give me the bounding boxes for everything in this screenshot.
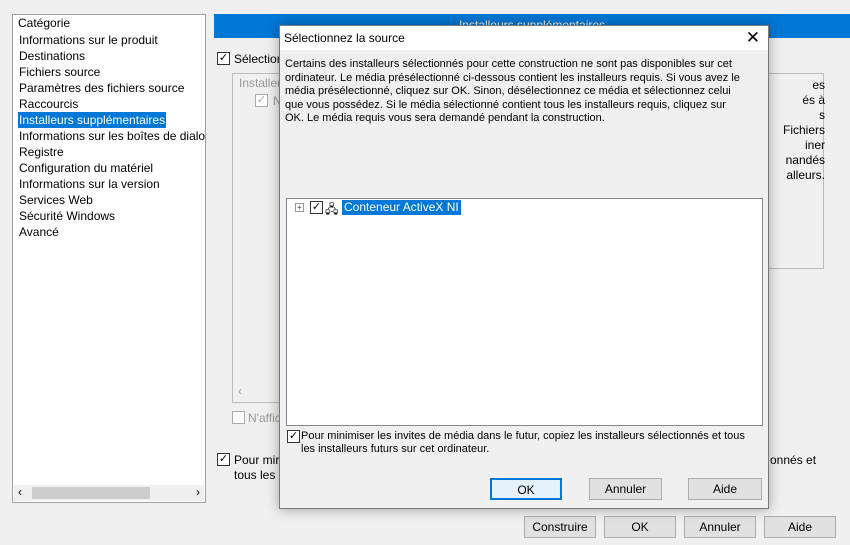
dialog-help-button[interactable]: Aide <box>688 478 762 500</box>
description-line: és à <box>802 93 825 107</box>
sidebar-item[interactable]: Sécurité Windows <box>18 208 116 224</box>
scroll-left-icon[interactable]: ‹ <box>18 485 22 499</box>
naffich-label: N'affic <box>248 411 281 425</box>
dialog-message: Certains des installeurs sélectionnés po… <box>285 58 740 124</box>
sidebar-item[interactable]: Informations sur les boîtes de dialo <box>18 128 206 144</box>
description-line: s <box>819 108 825 122</box>
dialog-ok-button[interactable]: OK <box>490 478 562 500</box>
list-item-checkbox[interactable]: ✓ <box>255 94 268 107</box>
sidebar-item[interactable]: Services Web <box>18 192 94 208</box>
sidebar-item[interactable]: Paramètres des fichiers source <box>18 80 185 96</box>
dialog-title: Sélectionnez la source <box>284 31 405 45</box>
dialog-copy-label: Pour minimiser les invites de média dans… <box>301 430 745 455</box>
category-header: Catégorie <box>18 16 71 30</box>
select-label: Sélection <box>234 52 284 66</box>
media-icon: 🖧 <box>325 202 339 216</box>
expand-icon[interactable]: + <box>295 203 304 212</box>
description-line: es <box>812 78 825 92</box>
dialog-titlebar: Sélectionnez la source ✕ <box>280 26 768 50</box>
media-tree[interactable]: + ✓ 🖧 Conteneur ActiveX NI <box>286 198 763 426</box>
build-button[interactable]: Construire <box>524 516 596 538</box>
select-checkbox[interactable]: ✓ <box>217 52 230 65</box>
media-tree-item[interactable]: Conteneur ActiveX NI <box>342 200 461 215</box>
sidebar-item[interactable]: Installeurs supplémentaires <box>18 112 167 128</box>
sidebar-item[interactable]: Registre <box>18 144 65 160</box>
select-source-dialog: Sélectionnez la source ✕ Certains des in… <box>279 25 769 509</box>
ok-button[interactable]: OK <box>604 516 676 538</box>
description-line: alleurs. <box>786 168 825 182</box>
copy-label-right: onnés et <box>770 453 817 467</box>
sidebar-item[interactable]: Informations sur la version <box>18 176 161 192</box>
description-line: Fichiers <box>782 123 825 137</box>
description-line: nandés <box>785 153 825 167</box>
category-list[interactable]: Catégorie Informations sur le produit Des… <box>12 14 206 503</box>
cancel-button[interactable]: Annuler <box>684 516 756 538</box>
scroll-right-icon[interactable]: › <box>196 485 200 499</box>
help-button[interactable]: Aide <box>764 516 836 538</box>
sidebar-item[interactable]: Destinations <box>18 48 86 64</box>
close-icon[interactable]: ✕ <box>746 28 760 48</box>
scroll-thumb[interactable] <box>32 487 150 499</box>
sidebar-item[interactable]: Informations sur le produit <box>18 32 159 48</box>
dialog-cancel-button[interactable]: Annuler <box>589 478 662 500</box>
horizontal-scrollbar[interactable]: ‹ › <box>14 485 204 501</box>
naffich-checkbox[interactable] <box>232 411 245 424</box>
copy-installers-checkbox[interactable]: ✓ <box>217 453 230 466</box>
sidebar-item[interactable]: Raccourcis <box>18 96 79 112</box>
sidebar-item[interactable]: Fichiers source <box>18 64 101 80</box>
sidebar-item[interactable]: Configuration du matériel <box>18 160 154 176</box>
copy-label-2: tous les i <box>234 468 282 482</box>
list-header: Installeu <box>239 76 284 90</box>
sidebar-item[interactable]: Avancé <box>18 224 60 240</box>
media-checkbox[interactable]: ✓ <box>310 201 323 214</box>
copy-label-1: Pour mir <box>234 453 280 467</box>
dialog-copy-checkbox[interactable]: ✓ <box>287 430 300 443</box>
description-line: iner <box>804 138 825 152</box>
